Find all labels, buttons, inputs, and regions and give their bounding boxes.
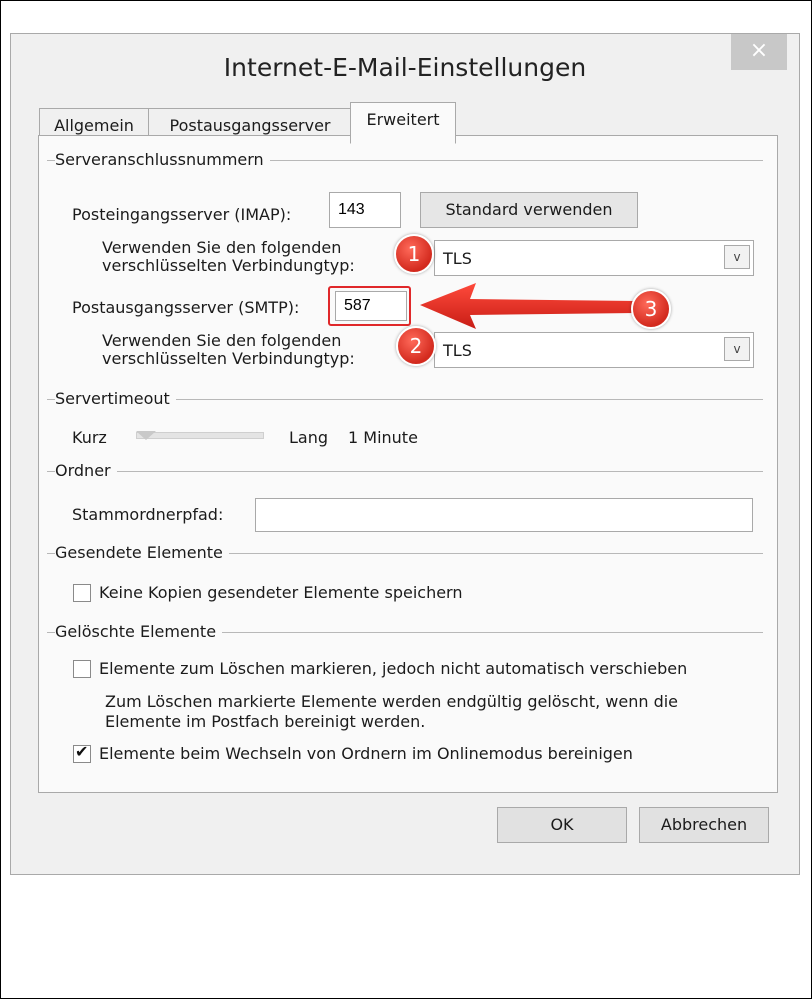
purge-label: Elemente beim Wechseln von Ordnern im On… xyxy=(99,744,633,763)
close-button[interactable]: × xyxy=(731,34,787,70)
group-deleted-legend: Gelöschte Elemente xyxy=(55,622,223,641)
smtp-encryption-label: Verwenden Sie den folgenden verschlüssel… xyxy=(102,332,355,368)
mark-delete-note-line2: Elemente im Postfach bereinigt werden. xyxy=(105,712,426,731)
no-copies-label: Keine Kopien gesendeter Elemente speiche… xyxy=(99,583,463,602)
tab-erweitert[interactable]: Erweitert xyxy=(350,102,456,144)
imap-encryption-value: TLS xyxy=(443,249,472,268)
group-timeout-legend: Servertimeout xyxy=(55,389,176,408)
timeout-value: 1 Minute xyxy=(348,428,418,447)
check-mark-icon: ✔ xyxy=(75,742,89,761)
mark-delete-checkbox[interactable] xyxy=(73,660,91,678)
use-default-button[interactable]: Standard verwenden xyxy=(420,192,638,228)
smtp-port-label: Postausgangsserver (SMTP): xyxy=(72,298,300,317)
group-folders-legend: Ordner xyxy=(55,461,117,480)
imap-encryption-label-line1: Verwenden Sie den folgenden xyxy=(102,238,342,257)
ok-button[interactable]: OK xyxy=(497,807,627,843)
timeout-slider-thumb[interactable] xyxy=(136,431,156,440)
internet-mail-settings-dialog: Internet-E-Mail-Einstellungen × Allgemei… xyxy=(10,33,800,875)
smtp-encryption-select[interactable]: TLS v xyxy=(434,332,754,368)
timeout-short-label: Kurz xyxy=(72,428,107,447)
timeout-long-label: Lang xyxy=(289,428,329,447)
smtp-encryption-label-line1: Verwenden Sie den folgenden xyxy=(102,331,342,350)
annotation-badge-2: 2 xyxy=(396,326,436,366)
purge-checkbox[interactable]: ✔ xyxy=(73,742,91,763)
chevron-down-icon[interactable]: v xyxy=(724,337,750,361)
dialog-title: Internet-E-Mail-Einstellungen xyxy=(223,53,587,82)
smtp-encryption-label-line2: verschlüsselten Verbindungtyp: xyxy=(102,349,355,368)
smtp-encryption-value: TLS xyxy=(443,341,472,360)
imap-port-label: Posteingangsserver (IMAP): xyxy=(72,205,292,224)
mark-delete-label: Elemente zum Löschen markieren, jedoch n… xyxy=(99,659,688,678)
group-line-folders xyxy=(47,471,763,472)
group-sent-legend: Gesendete Elemente xyxy=(55,543,229,562)
annotation-badge-1: 1 xyxy=(394,234,434,274)
imap-encryption-select[interactable]: TLS v xyxy=(434,240,754,276)
root-folder-label: Stammordnerpfad: xyxy=(72,505,224,524)
mark-delete-note-line1: Zum Löschen markierte Elemente werden en… xyxy=(105,692,679,711)
imap-encryption-label-line2: verschlüsselten Verbindungtyp: xyxy=(102,256,355,275)
annotation-badge-3: 3 xyxy=(631,289,671,329)
smtp-port-highlight xyxy=(328,286,411,326)
chevron-down-icon[interactable]: v xyxy=(724,245,750,269)
imap-encryption-label: Verwenden Sie den folgenden verschlüssel… xyxy=(102,239,355,275)
root-folder-input[interactable] xyxy=(255,498,753,532)
close-icon: × xyxy=(749,38,769,63)
imap-port-input[interactable] xyxy=(329,192,401,228)
group-server-ports-legend: Serveranschlussnummern xyxy=(55,150,270,169)
no-copies-checkbox[interactable] xyxy=(73,584,91,602)
cancel-button[interactable]: Abbrechen xyxy=(639,807,769,843)
